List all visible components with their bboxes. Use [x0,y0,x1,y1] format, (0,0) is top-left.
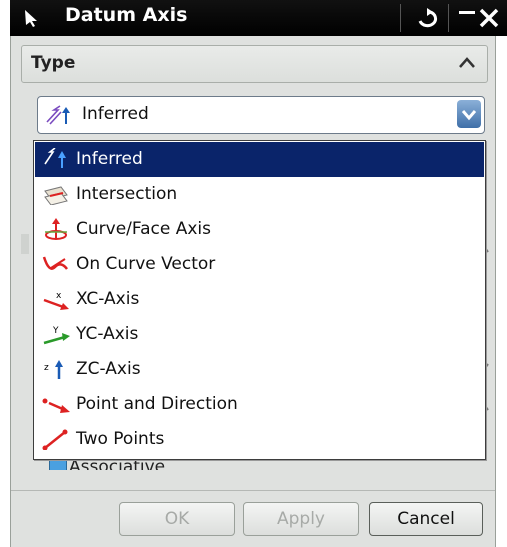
list-item-label: Two Points [76,429,165,449]
reset-icon[interactable] [408,3,444,33]
collapse-up-icon[interactable] [455,52,479,74]
list-item-curve-face-axis[interactable]: Curve/Face Axis [35,212,484,247]
list-item-label: Curve/Face Axis [76,219,211,239]
apply-button[interactable]: Apply [243,502,359,536]
curve-face-axis-icon [45,218,67,240]
list-item-label: Inferred [76,149,143,169]
two-points-icon [42,429,68,450]
list-item-point-and-direction[interactable]: Point and Direction [35,387,484,422]
title-bar: Datum Axis [10,0,507,36]
type-dropdown[interactable]: Inferred [37,96,485,134]
yc-axis-icon: Y [43,326,70,345]
list-item-label: Point and Direction [76,394,238,414]
type-dropdown-list: Inferred Intersection Curve/Face Axis On… [33,140,486,460]
list-item-label: On Curve Vector [76,254,216,274]
list-item-zc-axis[interactable]: z ZC-Axis [35,352,484,387]
list-item-label: Intersection [76,184,178,204]
list-item-yc-axis[interactable]: Y YC-Axis [35,317,484,352]
inferred-icon [46,105,70,125]
list-item-two-points[interactable]: Two Points [35,422,484,457]
footer-divider [11,490,495,491]
inferred-icon [44,148,66,168]
svg-text:x: x [56,291,62,301]
list-item-inferred[interactable]: Inferred [35,142,484,177]
close-icon[interactable] [472,3,507,33]
point-and-direction-icon [42,398,70,413]
on-curve-vector-icon [42,256,68,270]
window-title: Datum Axis [65,4,188,26]
xc-axis-icon: x [43,291,69,310]
list-item-label: XC-Axis [76,289,140,309]
svg-text:Y: Y [52,326,59,336]
select-arrow-icon [25,10,37,27]
hidden-section-edge [21,234,29,254]
svg-text:z: z [44,363,49,373]
chevron-down-icon[interactable] [457,100,481,128]
type-section-header[interactable]: Type [21,45,488,83]
list-item-intersection[interactable]: Intersection [35,177,484,212]
intersection-icon [44,186,68,205]
cancel-button[interactable]: Cancel [369,502,483,536]
type-section-label: Type [31,53,76,73]
list-item-label: YC-Axis [76,324,139,344]
zc-axis-icon: z [44,360,63,379]
list-item-xc-axis[interactable]: x XC-Axis [35,282,484,317]
list-item-label: ZC-Axis [76,359,141,379]
type-dropdown-value: Inferred [82,104,149,124]
ok-button[interactable]: OK [119,502,235,536]
list-item-on-curve-vector[interactable]: On Curve Vector [35,247,484,282]
